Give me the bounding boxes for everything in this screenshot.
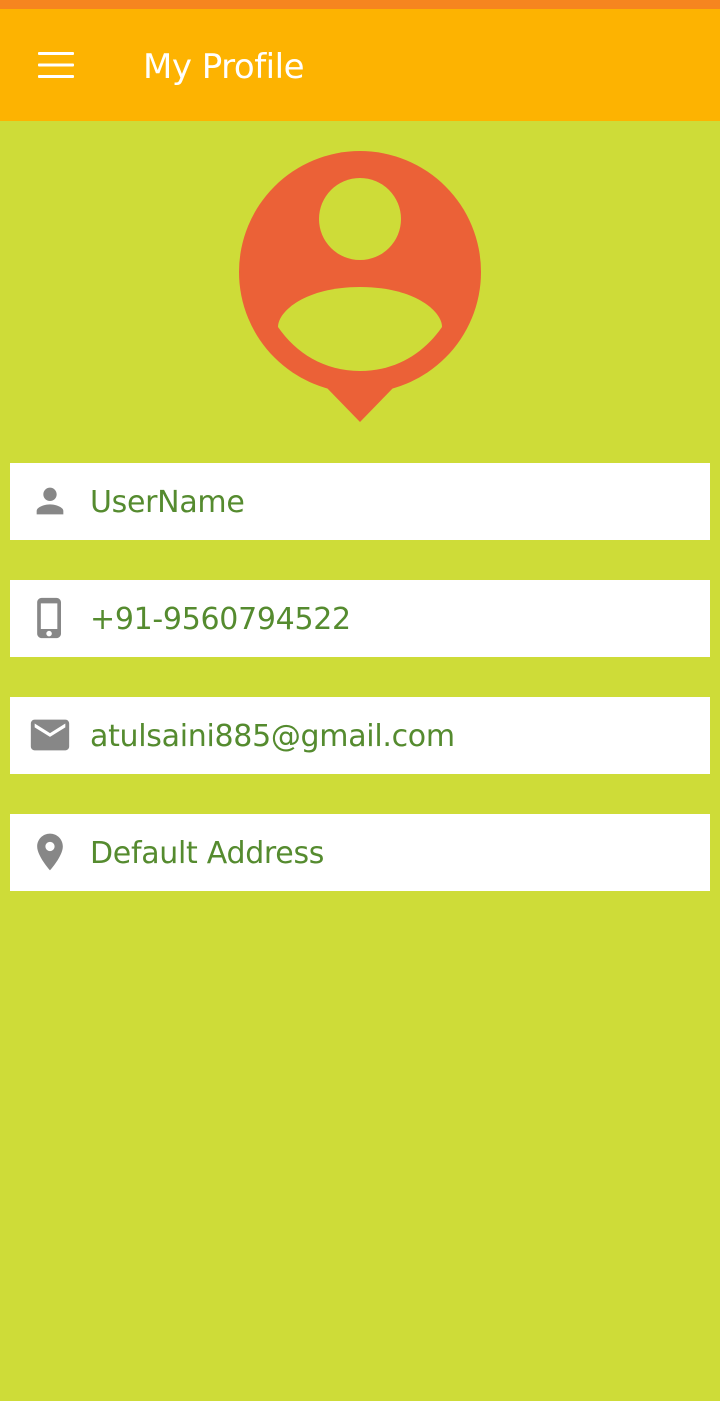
username-value: UserName (90, 485, 245, 520)
status-bar-strip (0, 0, 720, 9)
field-icon-wrap (26, 477, 74, 525)
menu-icon (38, 52, 74, 78)
profile-avatar[interactable] (238, 151, 482, 423)
field-icon-wrap (26, 711, 74, 759)
menu-button[interactable] (24, 33, 88, 97)
person-icon (36, 487, 64, 515)
field-icon-wrap (26, 594, 74, 642)
app-bar: My Profile (0, 9, 720, 121)
phone-icon (37, 597, 61, 639)
phone-field[interactable]: +91-9560794522 (10, 580, 710, 657)
email-icon (30, 719, 70, 751)
field-icon-wrap (26, 828, 74, 876)
email-value: atulsaini885@gmail.com (90, 719, 455, 754)
page-title: My Profile (143, 47, 304, 87)
location-pin-icon (37, 833, 63, 871)
address-field[interactable]: Default Address (10, 814, 710, 891)
address-value: Default Address (90, 836, 325, 871)
user-pin-icon (239, 151, 481, 422)
username-field[interactable]: UserName (10, 463, 710, 540)
phone-value: +91-9560794522 (90, 602, 351, 637)
email-field[interactable]: atulsaini885@gmail.com (10, 697, 710, 774)
